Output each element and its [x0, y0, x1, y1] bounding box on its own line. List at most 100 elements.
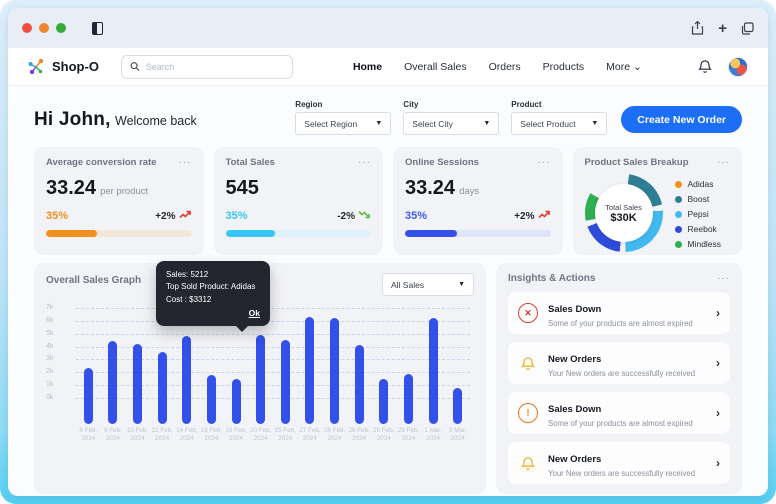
card-unit: per product	[100, 186, 149, 197]
x-axis-label: 25 Feb, 2024	[274, 427, 296, 443]
notifications-bell-icon[interactable]	[698, 59, 712, 74]
nav-link-home[interactable]: Home	[353, 61, 382, 73]
x-axis-label: 29 Feb, 2024	[397, 427, 420, 443]
search-input[interactable]	[145, 61, 284, 72]
x-axis-label: 8 Feb, 2024	[79, 427, 98, 443]
card-menu-button[interactable]: ···	[538, 157, 551, 167]
insight-item-new-orders[interactable]: New Orders Your New orders are successfu…	[508, 342, 730, 384]
legend-item-boost: Boost	[674, 194, 722, 204]
chevron-right-icon: ›	[716, 406, 720, 420]
search-box[interactable]	[120, 54, 293, 79]
bar-28-feb-2024[interactable]	[330, 318, 340, 424]
tooltip-ok-button[interactable]: Ok	[166, 307, 260, 320]
insights-title: Insights & Actions	[508, 273, 596, 284]
city-select[interactable]: Select City ▼	[403, 112, 500, 135]
legend-dot	[674, 195, 682, 203]
bar-12-feb-2024[interactable]	[157, 351, 167, 424]
chevron-right-icon: ›	[716, 306, 720, 320]
y-axis-tick: 3k	[46, 355, 54, 363]
legend-item-adidas: Adidas	[674, 179, 722, 189]
bar-27-feb-2024[interactable]	[305, 317, 315, 424]
legend-dot	[674, 180, 682, 188]
x-axis-label: 9 Feb, 2024	[104, 427, 122, 443]
filter-label: City	[403, 100, 419, 109]
tabs-icon[interactable]	[741, 21, 754, 35]
bar-29-feb-2024[interactable]	[379, 378, 389, 424]
create-new-order-button[interactable]: Create New Order	[621, 106, 742, 133]
legend-item-mindless: Mindless	[674, 239, 721, 249]
insight-item-sales-down[interactable]: ! Sales Down Some of your products are al…	[508, 392, 730, 434]
nav-link-products[interactable]: Products	[543, 61, 584, 73]
share-icon[interactable]	[691, 21, 704, 35]
insight-item-sales-down[interactable]: ✕ Sales Down Some of your products are al…	[508, 292, 730, 334]
region-select[interactable]: Select Region ▼	[295, 112, 392, 135]
zoom-button[interactable]	[56, 23, 66, 33]
filter-region: Region Select Region ▼	[295, 100, 392, 135]
y-axis-tick: 0k	[46, 394, 54, 401]
tooltip-top-product: Top Sold Product: Adidas	[166, 282, 256, 292]
insights-menu-button[interactable]: ···	[717, 273, 730, 283]
insight-description: Some of your products are almost expired	[548, 318, 693, 328]
card-menu-button[interactable]: ···	[358, 157, 371, 167]
insight-title: New Orders	[548, 353, 602, 365]
overall-sales-graph-panel: Overall Sales Graph All Sales ▼ 7k 6k 5k 4k…	[34, 261, 486, 494]
nav-link-orders[interactable]: Orders	[489, 61, 521, 73]
filter-label: Region	[295, 100, 323, 109]
stat-cards-row: Average conversion rate ··· 33.24 per pro…	[8, 145, 768, 255]
tooltip-sales: Sales: 5212	[166, 270, 209, 279]
card-delta: -2%	[337, 210, 371, 222]
card-menu-button[interactable]: ···	[179, 157, 192, 167]
bar-25-feb-2024[interactable]	[280, 340, 290, 424]
top-navbar: Shop-O Home Overall Sales Orders Products Mo…	[8, 48, 768, 86]
x-axis-label: 20 Feb, 2024	[250, 427, 272, 443]
nav-link-more[interactable]: More ⌄	[606, 61, 642, 73]
filter-product: Product Select Product ▼	[511, 100, 608, 135]
product-select[interactable]: Select Product ▼	[511, 112, 608, 135]
bar-18-feb-2024[interactable]	[206, 374, 216, 424]
greeting: Hi John, Welcome back	[34, 109, 197, 135]
hero-section: Hi John, Welcome back Region Select Regi…	[8, 86, 768, 145]
bar-10-feb-2024[interactable]	[133, 344, 143, 424]
donut-center-value: $30K	[610, 211, 637, 224]
sales-filter-select[interactable]: All Sales ▼	[382, 273, 474, 296]
bar-8-feb-2024[interactable]	[83, 368, 93, 424]
card-value: 33.24 per product	[46, 177, 149, 199]
progress-bar	[46, 230, 192, 237]
greeting-subtitle: Welcome back	[115, 114, 197, 128]
insight-item-new-orders[interactable]: New Orders Your New orders are successfu…	[508, 442, 730, 484]
card-percent: 35%	[405, 210, 428, 222]
card-unit: days	[459, 186, 480, 197]
nav-link-overall-sales[interactable]: Overall Sales	[404, 61, 466, 73]
bar-29-feb-2024[interactable]	[403, 373, 413, 424]
sales-breakup-donut-chart: Total Sales $30K	[584, 174, 663, 252]
product-list-section: Product list View all Products Product N…	[8, 494, 768, 496]
browser-titlebar: +	[8, 8, 768, 48]
bar-1-mar-2024[interactable]	[428, 318, 438, 424]
trend-up-icon	[537, 210, 551, 222]
chevron-down-icon: ▼	[591, 120, 599, 127]
new-tab-button[interactable]: +	[718, 21, 727, 36]
card-title: Average conversion rate	[46, 157, 157, 168]
y-axis-tick: 5k	[46, 329, 54, 337]
shop-o-logo-icon	[28, 58, 44, 75]
bar-9-feb-2024[interactable]	[108, 341, 118, 424]
bar-19-feb-2024[interactable]	[231, 378, 241, 424]
close-button[interactable]	[22, 23, 32, 33]
bar-28-feb-2024[interactable]	[354, 345, 364, 424]
bar-14-feb-2024[interactable]	[182, 336, 192, 424]
sidebar-toggle-icon[interactable]	[92, 21, 103, 35]
card-value: 33.24 days	[405, 177, 480, 199]
card-delta: +2%	[155, 210, 191, 222]
card-percent: 35%	[46, 210, 69, 222]
card-delta: +2%	[514, 210, 550, 222]
user-avatar[interactable]	[728, 56, 748, 77]
x-axis-label: 14 Feb, 2024	[176, 427, 198, 443]
minimize-button[interactable]	[39, 23, 49, 33]
brand[interactable]: Shop-O	[28, 58, 99, 75]
card-menu-button[interactable]: ···	[717, 157, 730, 167]
bar-3-mar-2024[interactable]	[453, 387, 463, 424]
bar-20-feb-2024[interactable]	[256, 335, 266, 424]
tooltip-cost: Cost : $3312	[166, 294, 212, 304]
card-average-conversion-rate: Average conversion rate ··· 33.24 per pro…	[34, 147, 204, 255]
card-percent: 35%	[225, 210, 248, 222]
